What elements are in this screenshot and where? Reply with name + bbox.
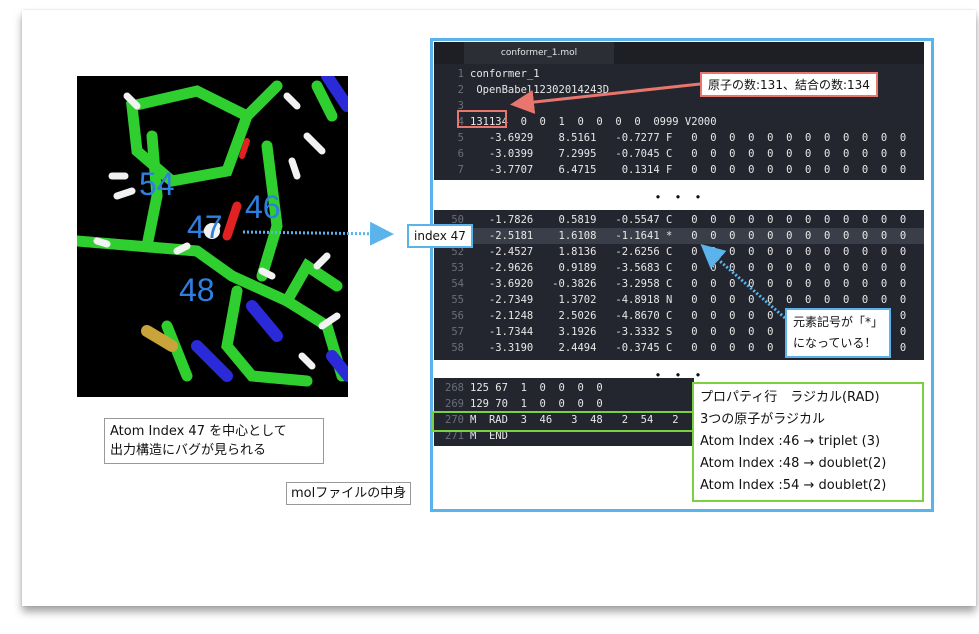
property-line-4: Atom Index :48 → doublet(2) xyxy=(700,456,887,471)
property-line-3: Atom Index :46 → triplet (3) xyxy=(700,434,881,449)
index47-callout: index 47 xyxy=(407,224,473,248)
element-symbol-line-2: になっている！ xyxy=(793,336,877,350)
arrow-to-element-symbol xyxy=(700,244,786,320)
property-row-callout: プロパティ行 ラジカル(RAD) 3つの原子がラジカル Atom Index :… xyxy=(692,382,924,502)
counts-callout: 原子の数:131、結合の数:134 xyxy=(700,72,878,97)
arrow-to-index47 xyxy=(242,221,394,246)
arrow-to-counts xyxy=(510,82,701,114)
property-line-1: プロパティ行 ラジカル(RAD) xyxy=(700,390,880,405)
property-line-5: Atom Index :54 → doublet(2) xyxy=(700,478,887,493)
element-symbol-callout: 元素記号が「*」 になっている！ xyxy=(785,308,892,358)
property-line-2: 3つの原子がラジカル xyxy=(700,412,826,427)
element-symbol-line-1: 元素記号が「*」 xyxy=(793,315,884,329)
